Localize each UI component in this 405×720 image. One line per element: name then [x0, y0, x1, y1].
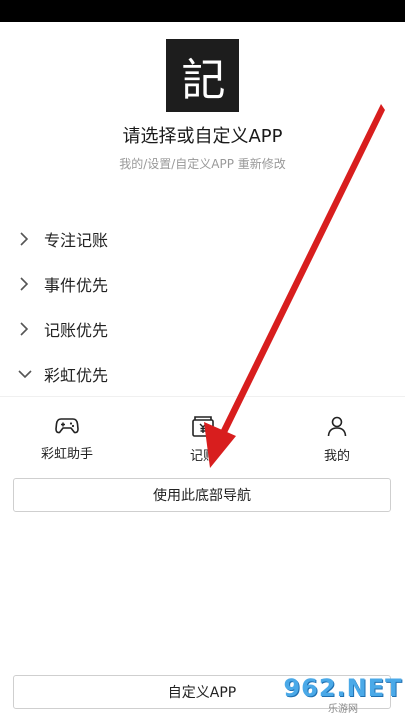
chevron-right-icon: [18, 229, 44, 249]
watermark-main: 962.NET: [283, 673, 403, 702]
option-label: 记账优先: [44, 321, 109, 340]
app-logo: 記: [166, 39, 239, 112]
use-bottom-nav-button[interactable]: 使用此底部导航: [13, 478, 391, 512]
gamepad-icon: [55, 418, 79, 434]
nav-item-rainbow-assistant[interactable]: 彩虹助手: [22, 415, 112, 462]
nav-item-label: 彩虹助手: [40, 447, 93, 462]
status-bar: [0, 0, 405, 22]
nav-item-mine[interactable]: 我的: [292, 415, 382, 464]
logo-glyph: 記: [181, 54, 226, 106]
chevron-right-icon: [18, 319, 44, 339]
option-bookkeeping-first[interactable]: 记账优先: [18, 311, 388, 347]
option-rainbow-first[interactable]: 彩虹优先: [18, 356, 388, 392]
chevron-right-icon: [18, 274, 44, 294]
nav-item-label: 记账: [189, 449, 216, 464]
option-label: 彩虹优先: [44, 366, 109, 385]
site-watermark: 962.NET 乐游网: [283, 670, 403, 718]
option-event-first[interactable]: 事件优先: [18, 266, 388, 302]
nav-item-bookkeeping[interactable]: 记账: [158, 415, 248, 464]
page-subtitle: 我的/设置/自定义APP 重新修改: [119, 157, 286, 171]
option-label: 事件优先: [44, 276, 109, 295]
option-label: 专注记账: [44, 231, 109, 250]
watermark-sub: 乐游网: [328, 703, 358, 715]
chevron-down-icon: [18, 364, 44, 384]
wallet-icon: [192, 416, 214, 437]
user-icon: [327, 416, 347, 437]
option-focus-bookkeeping[interactable]: 专注记账: [18, 221, 388, 257]
nav-item-label: 我的: [323, 449, 350, 464]
page-title: 请选择或自定义APP: [122, 126, 283, 147]
